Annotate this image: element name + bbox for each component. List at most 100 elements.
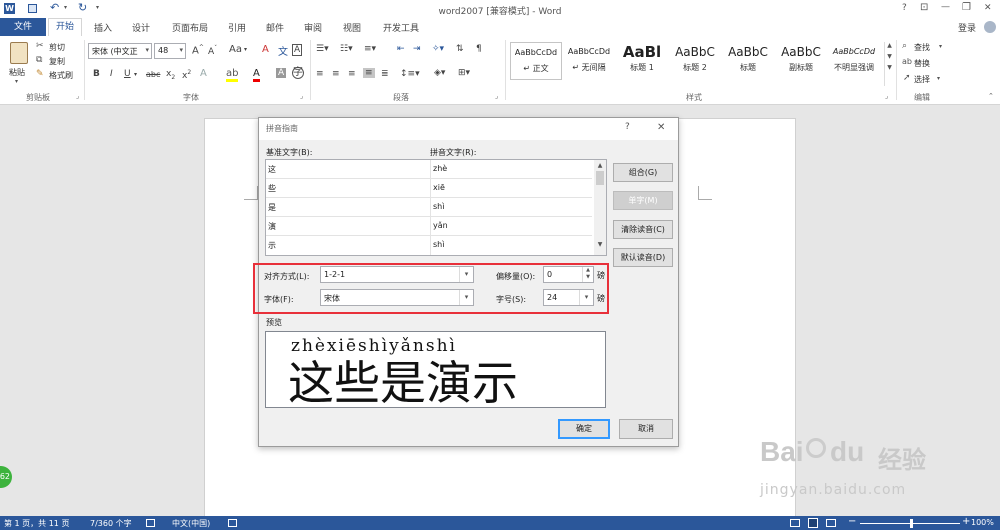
page-count[interactable]: 第 1 页，共 11 页 — [4, 518, 69, 529]
change-case-dropdown-icon[interactable]: ▾ — [244, 46, 247, 53]
style-subtle-emphasis[interactable]: AaBbCcDd 不明显强调 — [828, 42, 880, 80]
zoom-in-icon[interactable]: + — [962, 516, 970, 527]
line-spacing-icon[interactable]: ↕≡▾ — [400, 69, 420, 79]
align-center-icon[interactable]: ≡ — [332, 69, 340, 79]
scroll-up-icon[interactable]: ▲ — [594, 162, 606, 169]
zoom-thumb[interactable] — [910, 519, 913, 528]
ribbon-display-button[interactable]: ⊡ — [920, 2, 928, 13]
tab-insert[interactable]: 插入 — [94, 21, 112, 34]
superscript-icon[interactable]: x2 — [182, 69, 191, 81]
shading-icon[interactable]: ◈▾ — [434, 68, 445, 78]
single-char-button[interactable]: 单字(M) — [613, 191, 673, 210]
bold-icon[interactable]: B — [93, 69, 100, 79]
zoom-level[interactable]: 100% — [971, 518, 994, 527]
find-icon[interactable]: ⌕ — [902, 41, 907, 51]
find-button[interactable]: 查找 — [914, 42, 930, 53]
find-dropdown-icon[interactable]: ▾ — [939, 43, 942, 50]
ruby-cell[interactable]: zhè — [430, 160, 592, 179]
underline-icon[interactable]: U — [124, 69, 131, 79]
tab-view[interactable]: 视图 — [343, 21, 361, 34]
font-select[interactable]: 宋体 ▾ — [320, 289, 474, 306]
multilevel-list-icon[interactable]: ≡▾ — [364, 44, 376, 54]
tab-file[interactable]: 文件 — [0, 18, 46, 36]
close-button[interactable]: ✕ — [984, 3, 992, 13]
read-mode-icon[interactable] — [790, 519, 800, 527]
ruby-cell[interactable]: yǎn — [430, 217, 592, 236]
dialog-help-button[interactable]: ? — [625, 122, 630, 132]
select-dropdown-icon[interactable]: ▾ — [937, 75, 940, 82]
sort-icon[interactable]: ⇅ — [456, 44, 464, 54]
select-button[interactable]: 选择 — [914, 74, 930, 85]
show-marks-icon[interactable]: ¶ — [476, 44, 482, 54]
style-no-spacing[interactable]: AaBbCcDd ↵ 无间隔 — [563, 42, 615, 80]
select-icon[interactable]: ➚ — [903, 73, 911, 83]
phonetic-guide-icon[interactable]: 文 — [278, 43, 288, 58]
tab-mailings[interactable]: 邮件 — [266, 21, 284, 34]
char-shading-icon[interactable]: A — [276, 68, 287, 78]
green-badge[interactable]: 62 — [0, 466, 12, 488]
subscript-icon[interactable]: x2 — [166, 69, 175, 81]
cut-button[interactable]: 剪切 — [49, 42, 65, 53]
format-painter-button[interactable]: 格式刷 — [49, 70, 73, 81]
base-cell[interactable]: 演 — [266, 217, 430, 236]
scroll-thumb[interactable] — [596, 171, 604, 185]
default-reading-button[interactable]: 默认读音(D) — [613, 248, 673, 267]
style-heading-2[interactable]: AaBbC 标题 2 — [669, 42, 721, 80]
spinner-arrows-icon[interactable]: ▲ ▼ — [582, 267, 593, 282]
paste-icon[interactable] — [10, 42, 28, 64]
size-select[interactable]: 24 ▾ — [543, 289, 594, 306]
replace-icon[interactable]: ab — [902, 57, 912, 66]
paste-button[interactable]: 粘贴 — [9, 67, 25, 78]
font-color-icon[interactable]: A — [253, 68, 260, 82]
alignment-select[interactable]: 1-2-1 ▾ — [320, 266, 474, 283]
grow-font-icon[interactable]: A^ — [192, 44, 204, 56]
style-title[interactable]: AaBbC 标题 — [722, 42, 774, 80]
clear-formatting-icon[interactable]: A — [262, 44, 269, 55]
style-normal[interactable]: AaBbCcDd ↵ 正文 — [510, 42, 562, 80]
cancel-button[interactable]: 取消 — [619, 419, 673, 439]
styles-launcher-icon[interactable]: ⌟ — [885, 92, 888, 100]
base-cell[interactable]: 些 — [266, 179, 430, 198]
group-button[interactable]: 组合(G) — [613, 163, 673, 182]
replace-button[interactable]: 替换 — [914, 58, 930, 69]
paste-dropdown-icon[interactable]: ▾ — [15, 78, 18, 85]
shrink-font-icon[interactable]: Aˇ — [208, 45, 217, 57]
justify-icon[interactable]: ≡ — [363, 68, 375, 78]
highlight-icon[interactable]: ab — [226, 68, 239, 82]
paragraph-launcher-icon[interactable]: ⌟ — [495, 92, 498, 100]
help-button[interactable]: ? — [902, 3, 907, 13]
base-cell[interactable]: 这 — [266, 160, 430, 179]
ok-button[interactable]: 确定 — [558, 419, 610, 439]
text-effects-icon[interactable]: A — [200, 68, 207, 79]
tab-home[interactable]: 开始 — [48, 18, 82, 37]
scroll-up-icon[interactable]: ▲ — [885, 42, 894, 49]
copy-icon[interactable]: ⧉ — [36, 55, 42, 65]
ruby-cell[interactable]: shì — [430, 236, 592, 255]
underline-dropdown-icon[interactable]: ▾ — [134, 71, 137, 78]
more-styles-icon[interactable]: ▼ — [885, 64, 894, 71]
enclose-char-icon[interactable]: 字 — [292, 67, 304, 79]
copy-button[interactable]: 复制 — [49, 56, 65, 67]
cut-icon[interactable]: ✂ — [36, 41, 44, 51]
increase-indent-icon[interactable]: ⇥ — [413, 44, 421, 54]
strikethrough-icon[interactable]: abc — [146, 70, 160, 79]
web-layout-icon[interactable] — [826, 519, 836, 527]
style-heading-1[interactable]: AaBl 标题 1 — [616, 42, 668, 80]
base-cell[interactable]: 是 — [266, 198, 430, 217]
proofing-icon[interactable] — [146, 519, 155, 527]
ruby-cell[interactable]: shì — [430, 198, 592, 217]
tab-layout[interactable]: 页面布局 — [172, 21, 208, 34]
font-launcher-icon[interactable]: ⌟ — [300, 92, 303, 100]
tab-developer[interactable]: 开发工具 — [383, 21, 419, 34]
font-name-select[interactable]: 宋体 (中文正 ▾ — [88, 43, 152, 59]
minimize-button[interactable]: — — [941, 2, 950, 12]
login-link[interactable]: 登录 — [958, 21, 976, 34]
tab-review[interactable]: 审阅 — [304, 21, 322, 34]
print-layout-icon[interactable] — [808, 518, 818, 528]
base-cell[interactable]: 示 — [266, 236, 430, 255]
zoom-slider[interactable] — [860, 519, 960, 528]
format-painter-icon[interactable]: ✎ — [36, 69, 44, 79]
tab-design[interactable]: 设计 — [132, 21, 150, 34]
distributed-icon[interactable]: ≣ — [381, 69, 389, 79]
clipboard-launcher-icon[interactable]: ⌟ — [76, 92, 79, 100]
